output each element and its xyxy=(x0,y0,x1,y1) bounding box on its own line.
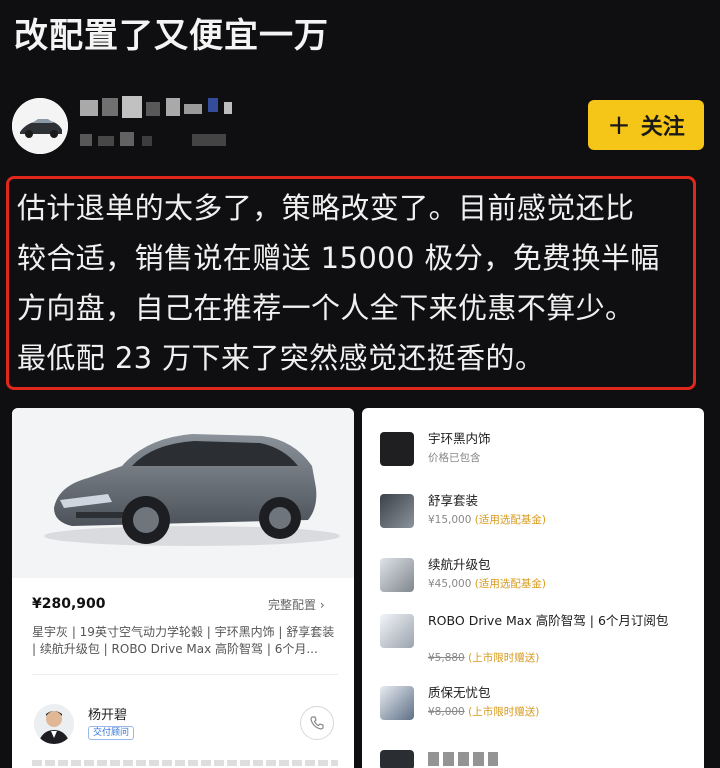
option-item: ROBO Drive Max 高阶智驾 | 6个月订阅包 ¥5,880 (上市限… xyxy=(380,612,690,672)
post-text: 估计退单的太多了，策略改变了。目前感觉还比 较合适，销售说在赠送 15000 极… xyxy=(17,191,660,375)
option-price: ¥8,000 (上市限时赠送) xyxy=(428,706,540,718)
car-photo xyxy=(12,408,354,578)
divider xyxy=(32,674,338,675)
author-name-pixelated xyxy=(80,96,240,118)
total-price: ¥280,900 xyxy=(32,596,106,612)
plus-icon: + xyxy=(607,108,631,141)
option-name: 质保无忧包 xyxy=(428,685,491,700)
option-price: ¥15,000 (适用选配基金) xyxy=(428,514,546,526)
follow-label: 关注 xyxy=(640,115,685,140)
option-thumbnail xyxy=(380,558,414,592)
option-name: 宇环黑内饰 xyxy=(428,431,491,446)
option-item: 宇环黑内饰 价格已包含 xyxy=(380,430,690,470)
option-thumbnail xyxy=(380,494,414,528)
option-name: 舒享套装 xyxy=(428,493,479,508)
post-text-highlight: 估计退单的太多了，策略改变了。目前感觉还比 较合适，销售说在赠送 15000 极… xyxy=(6,176,696,390)
option-thumbnail xyxy=(380,750,414,768)
follow-button[interactable]: + 关注 xyxy=(588,100,704,150)
option-name: 续航升级包 xyxy=(428,557,491,572)
call-button[interactable] xyxy=(300,706,334,740)
options-screenshot: 宇环黑内饰 价格已包含 舒享套装 ¥15,000 (适用选配基金) 续航升级包 … xyxy=(362,408,704,768)
option-item: 舒享套装 ¥15,000 (适用选配基金) xyxy=(380,492,690,532)
option-item: 续航升级包 ¥45,000 (适用选配基金) xyxy=(380,556,690,596)
option-item-cutoff xyxy=(380,748,690,768)
option-item: 质保无忧包 ¥8,000 (上市限时赠送) xyxy=(380,684,690,724)
option-thumbnail xyxy=(380,614,414,648)
option-price: ¥5,880 (上市限时赠送) xyxy=(428,652,540,664)
card-footer-cutoff xyxy=(32,760,338,766)
author-avatar[interactable] xyxy=(12,98,68,154)
option-price: 价格已包含 xyxy=(428,452,481,464)
sales-avatar xyxy=(34,704,74,744)
option-price: ¥45,000 (适用选配基金) xyxy=(428,578,546,590)
option-thumbnail xyxy=(380,432,414,466)
config-screenshot: ¥280,900 完整配置 › 星宇灰 | 19英寸空气动力学轮毂 | 宇环黑内… xyxy=(12,408,354,768)
sales-badge: 交付顾问 xyxy=(88,726,135,740)
config-summary: 星宇灰 | 19英寸空气动力学轮毂 | 宇环黑内饰 | 舒享套装 | 续航升级包… xyxy=(32,625,335,656)
option-thumbnail xyxy=(380,686,414,720)
page-title: 改配置了又便宜一万 xyxy=(14,16,329,56)
full-config-link[interactable]: 完整配置 › xyxy=(268,596,325,613)
author-meta-pixelated xyxy=(80,132,240,150)
phone-icon xyxy=(310,716,324,730)
sales-name: 杨开碧 xyxy=(88,708,128,723)
option-name: ROBO Drive Max 高阶智驾 | 6个月订阅包 xyxy=(428,613,669,628)
